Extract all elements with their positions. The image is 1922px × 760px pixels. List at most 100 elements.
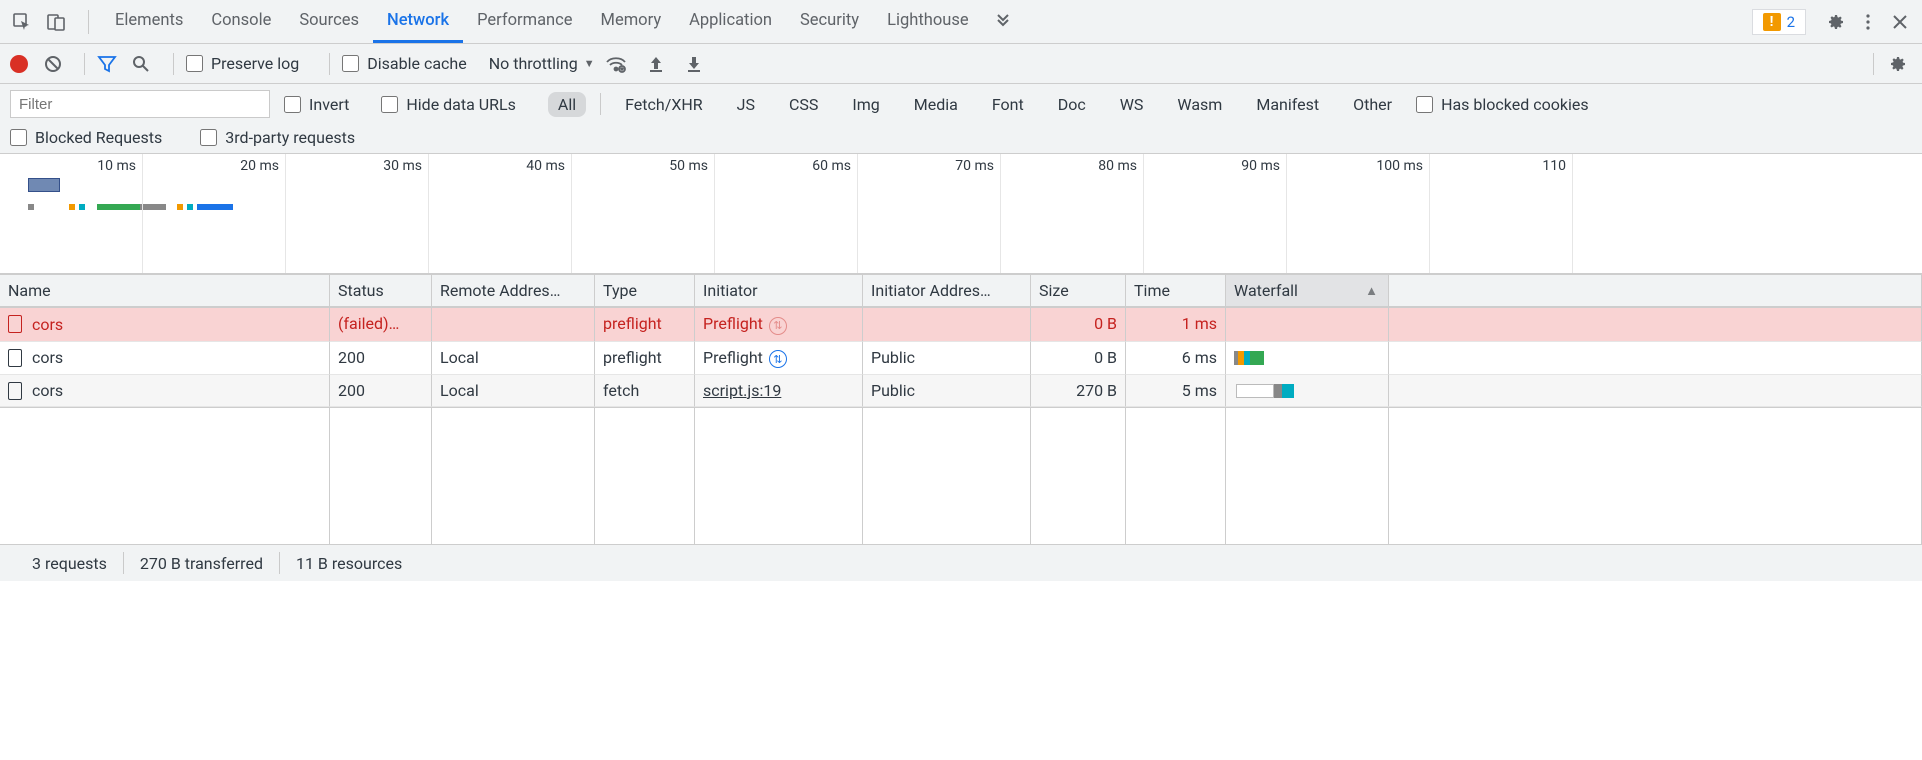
has-blocked-cookies-checkbox[interactable]: Has blocked cookies — [1416, 95, 1589, 114]
request-name-cell[interactable]: cors — [0, 342, 330, 376]
panel-tab-performance[interactable]: Performance — [463, 0, 586, 43]
panel-tab-console[interactable]: Console — [197, 0, 285, 43]
row-spacer — [1389, 342, 1922, 376]
invert-input[interactable] — [284, 96, 301, 113]
disable-cache-label: Disable cache — [367, 54, 466, 73]
filter-toggle-icon[interactable] — [97, 54, 117, 74]
remote-address-cell: Local — [432, 375, 595, 407]
request-name-cell[interactable]: cors — [0, 308, 330, 342]
timeline-tick-label: 30 ms — [383, 158, 422, 174]
export-har-icon[interactable] — [647, 55, 665, 73]
column-header-spacer[interactable] — [1389, 274, 1922, 307]
device-toggle-icon[interactable] — [42, 8, 70, 36]
footer-requests: 3 requests — [16, 554, 123, 573]
resource-type-all[interactable]: All — [548, 92, 586, 117]
third-party-checkbox[interactable]: 3rd-party requests — [200, 128, 355, 147]
more-tabs-icon[interactable] — [989, 8, 1017, 36]
initiator-cell[interactable]: script.js:19 — [695, 375, 863, 407]
search-icon[interactable] — [131, 54, 151, 74]
panel-tab-application[interactable]: Application — [675, 0, 786, 43]
disable-cache-checkbox[interactable]: Disable cache — [342, 54, 466, 73]
column-header-status[interactable]: Status — [330, 274, 432, 307]
panel-tab-network[interactable]: Network — [373, 0, 463, 43]
panel-tab-security[interactable]: Security — [786, 0, 873, 43]
record-button[interactable] — [10, 55, 28, 73]
preflight-icon: ⇅ — [769, 317, 787, 335]
preserve-log-label: Preserve log — [211, 54, 299, 73]
network-conditions-icon[interactable] — [605, 54, 627, 74]
close-devtools-icon[interactable] — [1886, 8, 1914, 36]
column-header-type[interactable]: Type — [595, 274, 695, 307]
waterfall-cell — [1226, 308, 1389, 342]
column-header-name[interactable]: Name — [0, 274, 330, 307]
inspect-icon[interactable] — [8, 8, 36, 36]
resource-type-css[interactable]: CSS — [779, 92, 828, 117]
table-empty-area — [0, 408, 1922, 545]
timeline-tick: 80 ms — [1001, 154, 1144, 273]
filter-input[interactable] — [10, 90, 270, 118]
column-header-time[interactable]: Time — [1126, 274, 1226, 307]
timeline-tick: 100 ms — [1287, 154, 1430, 273]
request-name: cors — [32, 315, 63, 334]
warning-icon: ! — [1763, 13, 1781, 31]
issues-badge[interactable]: ! 2 — [1752, 9, 1806, 35]
resource-type-font[interactable]: Font — [982, 92, 1034, 117]
disable-cache-input[interactable] — [342, 55, 359, 72]
invert-label: Invert — [309, 95, 349, 114]
timeline-tick-label: 100 ms — [1376, 158, 1423, 174]
divider — [1873, 53, 1874, 75]
timeline-tick: 60 ms — [715, 154, 858, 273]
settings-gear-icon[interactable] — [1822, 8, 1850, 36]
resource-type-media[interactable]: Media — [904, 92, 968, 117]
timeline-tick: 90 ms — [1144, 154, 1287, 273]
column-header-waterfall[interactable]: Waterfall — [1226, 274, 1389, 307]
overview-timeline[interactable]: 10 ms20 ms30 ms40 ms50 ms60 ms70 ms80 ms… — [0, 154, 1922, 274]
resource-type-fetchxhr[interactable]: Fetch/XHR — [615, 92, 713, 117]
size-cell: 270 B — [1031, 375, 1126, 407]
divider — [329, 53, 330, 75]
panel-tab-lighthouse[interactable]: Lighthouse — [873, 0, 983, 43]
waterfall-cell — [1226, 375, 1389, 407]
import-har-icon[interactable] — [685, 55, 703, 73]
time-cell: 6 ms — [1126, 342, 1226, 376]
resource-type-wasm[interactable]: Wasm — [1167, 92, 1232, 117]
panel-tab-sources[interactable]: Sources — [285, 0, 373, 43]
initiator-address-cell: Public — [863, 342, 1031, 376]
column-header-size[interactable]: Size — [1031, 274, 1126, 307]
network-settings-gear-icon[interactable] — [1884, 50, 1912, 78]
divider — [84, 53, 85, 75]
column-header-initiator[interactable]: Initiator — [695, 274, 863, 307]
clear-button[interactable] — [42, 53, 64, 75]
resource-type-js[interactable]: JS — [727, 92, 765, 117]
resource-type-manifest[interactable]: Manifest — [1246, 92, 1329, 117]
throttling-select[interactable]: No throttling ▼ — [489, 54, 595, 73]
file-icon — [8, 349, 22, 367]
initiator-link[interactable]: script.js:19 — [703, 381, 781, 400]
chevron-down-icon: ▼ — [584, 57, 595, 70]
invert-checkbox[interactable]: Invert — [284, 95, 349, 114]
divider — [173, 53, 174, 75]
resource-type-ws[interactable]: WS — [1110, 92, 1154, 117]
resource-type-other[interactable]: Other — [1343, 92, 1402, 117]
hide-data-urls-checkbox[interactable]: Hide data URLs — [381, 95, 516, 114]
timeline-tick: 110 — [1430, 154, 1573, 273]
column-header-remoteaddres[interactable]: Remote Addres… — [432, 274, 595, 307]
preserve-log-checkbox[interactable]: Preserve log — [186, 54, 299, 73]
third-party-input[interactable] — [200, 129, 217, 146]
panel-tab-elements[interactable]: Elements — [101, 0, 197, 43]
preserve-log-input[interactable] — [186, 55, 203, 72]
divider — [88, 10, 89, 34]
panel-tab-memory[interactable]: Memory — [587, 0, 676, 43]
network-table-body[interactable]: cors(failed)…preflightPreflight⇅0 B1 msc… — [0, 308, 1922, 545]
blocked-requests-checkbox[interactable]: Blocked Requests — [10, 128, 162, 147]
remote-address-cell — [432, 308, 595, 342]
column-header-initiatoraddres[interactable]: Initiator Addres… — [863, 274, 1031, 307]
blocked-requests-input[interactable] — [10, 129, 27, 146]
resource-type-doc[interactable]: Doc — [1048, 92, 1096, 117]
kebab-menu-icon[interactable] — [1854, 8, 1882, 36]
request-name-cell[interactable]: cors — [0, 375, 330, 407]
timeline-tick: 50 ms — [572, 154, 715, 273]
hide-data-urls-input[interactable] — [381, 96, 398, 113]
resource-type-img[interactable]: Img — [842, 92, 889, 117]
has-blocked-cookies-input[interactable] — [1416, 96, 1433, 113]
